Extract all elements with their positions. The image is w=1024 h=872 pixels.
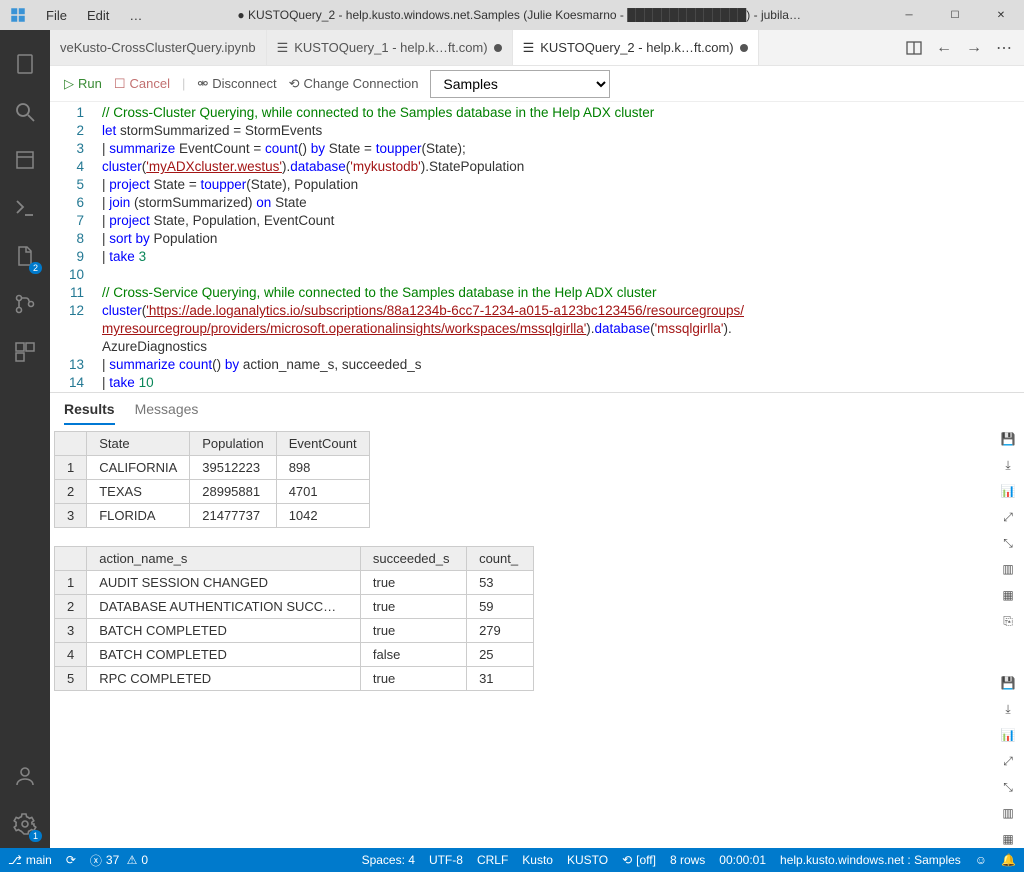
status-lang[interactable]: Kusto <box>522 853 553 867</box>
chart-icon[interactable]: 📊 <box>998 725 1018 745</box>
results-action-icons: 💾 ⤓ 📊 ⤢ ⤡ ▥ ▦ ⎘ 💾 ⤓ 📊 ⤢ ⤡ ▥ ▦ <box>998 429 1018 848</box>
results-pane: Results Messages StatePopulationEventCou… <box>50 392 1024 784</box>
activity-explorer-icon[interactable]: 2 <box>0 232 50 280</box>
status-bar: ⎇ main ⟳ ⓧ 37 ⚠ 0 Spaces: 4 UTF-8 CRLF K… <box>0 848 1024 872</box>
kusto-toolbar: ▷ Run ☐ Cancel | ⚮ Disconnect ⟲ Change C… <box>50 66 1024 102</box>
status-spaces[interactable]: Spaces: 4 <box>362 853 415 867</box>
settings-badge: 1 <box>29 830 42 842</box>
activity-settings-icon[interactable]: 1 <box>0 800 50 848</box>
save-icon[interactable]: 💾 <box>998 429 1018 449</box>
bar-chart-icon[interactable]: ▥ <box>998 803 1018 823</box>
minimize-button[interactable]: ─ <box>886 0 932 30</box>
status-rows: 8 rows <box>670 853 705 867</box>
save-icon[interactable]: 💾 <box>998 673 1018 693</box>
status-eol[interactable]: CRLF <box>477 853 508 867</box>
activity-account-icon[interactable] <box>0 752 50 800</box>
dirty-dot-icon <box>494 44 502 52</box>
activity-search-icon[interactable] <box>0 88 50 136</box>
nav-forward-icon[interactable]: → <box>966 39 982 57</box>
status-connection[interactable]: help.kusto.windows.net : Samples <box>780 853 961 867</box>
bar-chart-icon[interactable]: ▥ <box>998 559 1018 579</box>
expand-icon[interactable]: ⤢ <box>998 751 1018 771</box>
grid-icon[interactable]: ▦ <box>998 585 1018 605</box>
status-sync-icon[interactable]: ⟳ <box>66 853 76 867</box>
tab-query2[interactable]: ☰ KUSTOQuery_2 - help.k…ft.com) <box>513 30 759 65</box>
close-button[interactable]: ✕ <box>978 0 1024 30</box>
tab-label: KUSTOQuery_1 - help.k…ft.com) <box>294 40 487 55</box>
file-icon: ☰ <box>523 40 535 56</box>
grid-icon[interactable]: ▦ <box>998 829 1018 848</box>
dirty-dot-icon <box>740 44 748 52</box>
copy-icon[interactable]: ⎘ <box>998 611 1018 631</box>
menu-file[interactable]: File <box>36 8 77 23</box>
results-table-2: action_name_ssucceeded_scount_1AUDIT SES… <box>54 546 534 691</box>
file-icon: ☰ <box>277 40 289 56</box>
tab-more-icon[interactable]: ⋯ <box>996 38 1012 58</box>
split-editor-icon[interactable] <box>906 40 922 56</box>
status-problems[interactable]: ⓧ 37 ⚠ 0 <box>90 852 148 869</box>
activity-book-icon[interactable] <box>0 136 50 184</box>
database-select[interactable]: Samples <box>430 70 610 98</box>
menu-edit[interactable]: Edit <box>77 8 119 23</box>
tab-notebook[interactable]: veKusto-CrossClusterQuery.ipynb <box>50 30 267 65</box>
tab-bar: veKusto-CrossClusterQuery.ipynb ☰ KUSTOQu… <box>50 30 1024 66</box>
tab-label: KUSTOQuery_2 - help.k…ft.com) <box>540 40 733 55</box>
app-logo-icon <box>0 6 36 24</box>
activity-extensions-icon[interactable] <box>0 328 50 376</box>
export-icon[interactable]: ⤓ <box>998 455 1018 475</box>
window-title: ● KUSTOQuery_2 - help.kusto.windows.net.… <box>152 8 886 22</box>
tab-query1[interactable]: ☰ KUSTOQuery_1 - help.k…ft.com) <box>267 30 513 65</box>
expand-icon[interactable]: ⤢ <box>998 507 1018 527</box>
activity-git-icon[interactable] <box>0 280 50 328</box>
messages-tab[interactable]: Messages <box>135 401 199 425</box>
chart-icon[interactable]: 📊 <box>998 481 1018 501</box>
activity-bar: 2 1 <box>0 30 50 848</box>
titlebar: File Edit … ● KUSTOQuery_2 - help.kusto.… <box>0 0 1024 30</box>
nav-back-icon[interactable]: ← <box>936 39 952 57</box>
status-lang2[interactable]: KUSTO <box>567 853 608 867</box>
results-table-1: StatePopulationEventCount1CALIFORNIA3951… <box>54 431 370 528</box>
results-tab[interactable]: Results <box>64 401 115 425</box>
change-connection-button[interactable]: ⟲ Change Connection <box>289 76 419 92</box>
tab-label: veKusto-CrossClusterQuery.ipynb <box>60 40 256 55</box>
status-encoding[interactable]: UTF-8 <box>429 853 463 867</box>
collapse-icon[interactable]: ⤡ <box>998 533 1018 553</box>
status-time: 00:00:01 <box>719 853 766 867</box>
activity-notebook-icon[interactable] <box>0 40 50 88</box>
code-editor[interactable]: 123456789101112 1314 // Cross-Cluster Qu… <box>50 102 1024 392</box>
run-button[interactable]: ▷ Run <box>64 76 102 92</box>
explorer-badge: 2 <box>29 262 42 274</box>
status-branch[interactable]: ⎇ main <box>8 853 52 867</box>
collapse-icon[interactable]: ⤡ <box>998 777 1018 797</box>
cancel-button[interactable]: ☐ Cancel <box>114 76 170 92</box>
export-icon[interactable]: ⤓ <box>998 699 1018 719</box>
status-off[interactable]: ⟲ [off] <box>622 853 656 867</box>
status-bell-icon[interactable]: 🔔 <box>1001 853 1016 867</box>
activity-terminal-icon[interactable] <box>0 184 50 232</box>
maximize-button[interactable]: ☐ <box>932 0 978 30</box>
status-feedback-icon[interactable]: ☺ <box>975 853 987 867</box>
menu-more[interactable]: … <box>119 8 152 23</box>
disconnect-button[interactable]: ⚮ Disconnect <box>197 76 276 92</box>
